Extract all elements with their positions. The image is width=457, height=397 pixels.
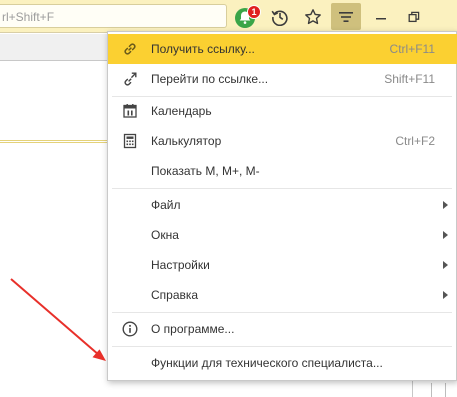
menu-item-tech-specialist-functions[interactable]: Функции для технического специалиста...	[108, 348, 457, 378]
background-divider	[0, 140, 107, 143]
top-toolbar: rl+Shift+F 1	[0, 0, 457, 33]
calendar-icon	[121, 102, 139, 120]
menu-item-shortcut: Ctrl+F2	[395, 134, 435, 148]
favorites-star-icon	[305, 8, 321, 24]
submenu-arrow-icon	[443, 291, 448, 299]
main-menu-button[interactable]	[331, 3, 361, 30]
favorites-button[interactable]	[298, 3, 328, 30]
menu-item-help[interactable]: Справка	[108, 280, 457, 310]
submenu-arrow-icon	[443, 231, 448, 239]
menu-item-calculator[interactable]: Калькулятор Ctrl+F2	[108, 126, 457, 156]
notifications-icon: 1	[235, 4, 261, 28]
menu-item-label: Показать M, M+, M-	[151, 164, 260, 178]
menu-item-about[interactable]: О программе...	[108, 314, 457, 344]
menu-separator	[112, 346, 452, 347]
notification-count: 1	[251, 7, 256, 17]
background-scrollbar-area	[412, 380, 457, 397]
link-icon	[121, 40, 139, 58]
search-hint: rl+Shift+F	[2, 10, 55, 24]
menu-item-label: Календарь	[151, 104, 212, 118]
menu-separator	[112, 312, 452, 313]
restore-button[interactable]	[399, 3, 429, 30]
menu-item-settings[interactable]: Настройки	[108, 250, 457, 280]
menu-item-file[interactable]: Файл	[108, 190, 457, 220]
follow-link-icon	[121, 70, 139, 88]
restore-icon	[408, 11, 420, 22]
menu-item-shortcut: Ctrl+F11	[389, 42, 435, 56]
menu-item-calendar[interactable]: Календарь	[108, 96, 457, 126]
main-dropdown-menu: Получить ссылку... Ctrl+F11 Перейти по с…	[107, 31, 457, 381]
menu-item-label: Функции для технического специалиста...	[151, 356, 383, 370]
menu-item-label: Справка	[151, 288, 199, 302]
calculator-icon	[121, 132, 139, 150]
menu-item-label: Окна	[151, 228, 179, 242]
main-menu-icon	[339, 11, 353, 22]
menu-item-label: О программе...	[151, 322, 235, 336]
background-tab-strip	[0, 34, 107, 61]
history-button[interactable]	[265, 3, 295, 30]
menu-item-get-link[interactable]: Получить ссылку... Ctrl+F11	[108, 34, 457, 64]
notifications-button[interactable]: 1	[233, 3, 263, 30]
submenu-arrow-icon	[443, 261, 448, 269]
menu-item-show-memory[interactable]: Показать M, M+, M-	[108, 156, 457, 186]
submenu-arrow-icon	[443, 201, 448, 209]
menu-item-follow-link[interactable]: Перейти по ссылке... Shift+F11	[108, 64, 457, 94]
menu-item-shortcut: Shift+F11	[384, 72, 435, 86]
minimize-icon	[376, 17, 386, 19]
menu-item-label: Калькулятор	[151, 134, 222, 148]
search-input[interactable]: rl+Shift+F	[0, 4, 227, 28]
menu-item-label: Настройки	[151, 258, 210, 272]
menu-separator	[112, 188, 452, 189]
menu-item-windows[interactable]: Окна	[108, 220, 457, 250]
history-icon	[271, 10, 288, 26]
menu-item-label: Файл	[151, 198, 181, 212]
menu-item-label: Перейти по ссылке...	[151, 72, 269, 86]
minimize-button[interactable]	[366, 3, 396, 30]
menu-item-label: Получить ссылку...	[151, 42, 255, 56]
info-icon	[121, 320, 139, 338]
